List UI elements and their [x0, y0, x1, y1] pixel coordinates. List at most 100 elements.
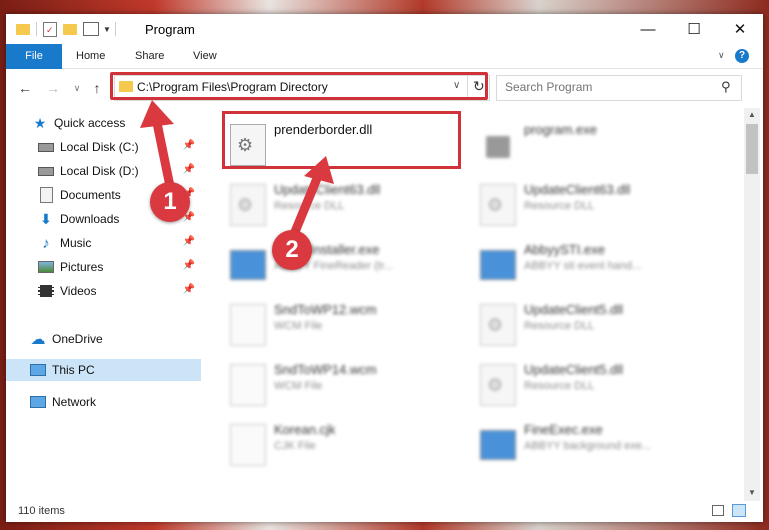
- file-item-program-exe[interactable]: program.exe: [476, 118, 716, 170]
- pin-icon: 📌: [182, 164, 195, 175]
- sidebar-item-music[interactable]: ♪ Music 📌: [6, 232, 201, 254]
- sidebar-item-local-disk-d[interactable]: Local Disk (D:) 📌: [6, 160, 201, 182]
- sidebar-item-label: Videos: [60, 284, 97, 298]
- drive-icon: [38, 163, 54, 179]
- blank-file-icon: [230, 304, 266, 346]
- cloud-icon: ☁: [30, 331, 46, 348]
- quick-access-toolbar: ✓ ▼: [16, 21, 116, 37]
- chevron-down-icon[interactable]: ▼: [748, 488, 756, 497]
- file-name: UpdateClient63.dll: [274, 182, 381, 197]
- file-item[interactable]: SndToWP14.wcm WCM File: [226, 358, 466, 410]
- file-name: AbbyySTI.exe: [524, 242, 605, 257]
- vertical-scrollbar[interactable]: ▲ ▼: [744, 108, 760, 501]
- file-highlight-annotation: [222, 111, 461, 169]
- close-icon: ✕: [733, 21, 747, 38]
- details-view-icon[interactable]: [712, 505, 724, 516]
- download-icon: ⬇: [40, 210, 52, 227]
- pin-icon: 📌: [182, 236, 195, 247]
- file-type: Resource DLL: [524, 320, 595, 332]
- file-explorer-window: ✓ ▼ Program — ☐ ✕ File Home Share View ∨…: [6, 14, 763, 522]
- file-type: WCM File: [274, 320, 323, 332]
- address-highlight-annotation: [110, 72, 488, 100]
- search-input[interactable]: [505, 80, 705, 94]
- chevron-down-icon: ∨: [73, 82, 81, 93]
- pin-icon: 📌: [182, 260, 195, 271]
- sidebar-item-label: Local Disk (C:): [60, 140, 139, 154]
- file-item[interactable]: Korean.cjk CJK File: [226, 418, 466, 470]
- tab-view[interactable]: View: [193, 44, 217, 68]
- dll-gear-icon: ⚙: [480, 304, 516, 346]
- new-folder-icon[interactable]: [63, 23, 77, 35]
- sidebar-item-videos[interactable]: Videos 📌: [6, 280, 201, 302]
- minimize-icon: —: [640, 20, 656, 38]
- forward-button[interactable]: →: [42, 77, 64, 99]
- close-button[interactable]: ✕: [717, 14, 763, 44]
- exe-window-icon: [480, 250, 516, 280]
- file-name: UpdateClient5.dll: [524, 362, 624, 377]
- exe-window-icon: [230, 250, 266, 280]
- drive-icon: [38, 139, 54, 155]
- tab-home[interactable]: Home: [76, 44, 105, 68]
- sidebar-item-label: Quick access: [54, 116, 126, 130]
- file-name: SndToWP12.wcm: [274, 302, 377, 317]
- arrow-up-icon: ↑: [93, 80, 101, 96]
- sidebar-item-network[interactable]: Network: [6, 391, 201, 413]
- maximize-button[interactable]: ☐: [671, 14, 717, 44]
- network-icon: [30, 394, 46, 410]
- up-button[interactable]: ↑: [86, 77, 108, 99]
- arrow-left-icon: ←: [18, 80, 32, 96]
- folder-icon[interactable]: [16, 23, 30, 35]
- dll-gear-icon: ⚙: [480, 184, 516, 226]
- expand-ribbon-icon[interactable]: ∨: [718, 50, 725, 61]
- recent-locations-button[interactable]: ∨: [66, 77, 88, 99]
- annotation-badge-2: 2: [272, 230, 312, 270]
- large-icons-view-icon[interactable]: [732, 504, 746, 517]
- dll-gear-icon: ⚙: [480, 364, 516, 406]
- file-name: UpdateClient63.dll: [524, 182, 631, 197]
- music-icon: ♪: [42, 234, 50, 252]
- file-item[interactable]: ⚙ UpdateClient5.dll Resource DLL: [476, 358, 716, 410]
- file-item[interactable]: SndToWP12.wcm WCM File: [226, 298, 466, 350]
- arrow-right-icon: →: [46, 80, 60, 96]
- tab-share[interactable]: Share: [135, 44, 164, 68]
- status-bar: 110 items: [6, 501, 763, 522]
- pin-icon: 📌: [182, 284, 195, 295]
- separator: [114, 22, 116, 36]
- file-type: WCM File: [274, 380, 323, 392]
- sidebar-item-quick-access[interactable]: ★ Quick access: [6, 112, 201, 134]
- chevron-down-icon[interactable]: ▼: [103, 25, 111, 34]
- customize-icon[interactable]: [83, 22, 99, 36]
- sidebar-item-this-pc[interactable]: This PC: [6, 359, 201, 381]
- scroll-thumb[interactable]: [746, 124, 758, 174]
- search-icon[interactable]: ⚲: [721, 79, 731, 95]
- blank-file-icon: [230, 364, 266, 406]
- pin-icon: 📌: [182, 140, 195, 151]
- sidebar-item-local-disk-c[interactable]: Local Disk (C:) 📌: [6, 136, 201, 158]
- sidebar-item-label: Music: [60, 236, 92, 250]
- file-item[interactable]: AbbyySTI.exe ABBYY sti event hand...: [476, 238, 716, 290]
- back-button[interactable]: ←: [14, 77, 36, 99]
- file-item[interactable]: ⚙ UpdateClient5.dll Resource DLL: [476, 298, 716, 350]
- properties-icon[interactable]: ✓: [43, 21, 57, 37]
- star-icon: ★: [33, 114, 47, 131]
- sidebar-item-label: Network: [52, 395, 97, 409]
- navigation-bar: ← → ∨ ↑ C:\Program Files\Program Directo…: [6, 69, 763, 107]
- videos-icon: [38, 283, 54, 299]
- chevron-up-icon[interactable]: ▲: [748, 110, 756, 119]
- file-item[interactable]: ⚙ UpdateClient63.dll Resource DLL: [226, 178, 466, 230]
- sidebar-item-pictures[interactable]: Pictures 📌: [6, 256, 201, 278]
- exe-window-icon: [480, 430, 516, 460]
- item-count: 110 items: [18, 505, 65, 517]
- file-item[interactable]: AbbyyInstaller.exe ABBYY FineReader (tr.…: [226, 238, 466, 290]
- sidebar-item-label: This PC: [52, 363, 95, 377]
- maximize-icon: ☐: [687, 21, 701, 38]
- documents-icon: [38, 187, 54, 203]
- search-box[interactable]: ⚲: [496, 75, 742, 101]
- help-icon[interactable]: ?: [735, 49, 749, 63]
- file-name: program.exe: [524, 122, 597, 137]
- sidebar-item-label: OneDrive: [52, 332, 103, 346]
- file-item[interactable]: ⚙ UpdateClient63.dll Resource DLL: [476, 178, 716, 230]
- minimize-button[interactable]: —: [625, 14, 671, 44]
- file-item[interactable]: FineExec.exe ABBYY background exe...: [476, 418, 716, 470]
- sidebar-item-onedrive[interactable]: ☁ OneDrive: [6, 328, 201, 350]
